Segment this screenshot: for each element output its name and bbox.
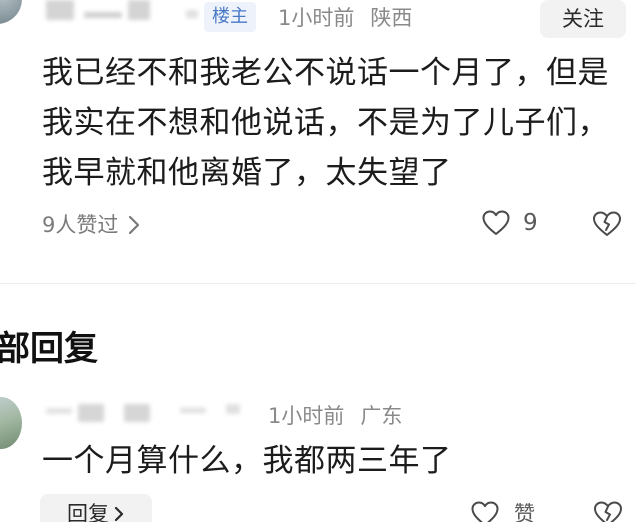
username-redacted: [186, 10, 198, 18]
likers-count-text: 9人赞过: [42, 213, 119, 237]
reply-username-redacted: [46, 408, 72, 414]
reply-time: 1小时前: [268, 404, 345, 428]
heart-outline-icon: [471, 501, 499, 522]
comment-thread: 楼主 1小时前 陕西 关注 我已经不和我老公不说话一个月了，但是我实在不想和他说话…: [0, 0, 636, 522]
heart-outline-icon: [482, 210, 510, 235]
reply-username-redacted: [180, 408, 206, 413]
username-redacted[interactable]: [84, 12, 122, 18]
comment-meta: 1小时前 陕西: [278, 5, 412, 31]
username-redacted[interactable]: [46, 0, 74, 20]
author-badge: 楼主: [204, 2, 256, 32]
comment-location: 陕西: [370, 6, 413, 30]
reply-body: 一个月算什么，我都两三年了: [42, 443, 452, 479]
like-count: 9: [523, 210, 538, 236]
reply-like-label: 赞: [514, 502, 535, 522]
reply-username-redacted: [226, 404, 240, 414]
broken-heart-icon: [594, 501, 622, 522]
reply-button-label: 回复: [67, 502, 109, 522]
replies-section-title: 部回复: [0, 329, 98, 369]
likers-link[interactable]: 9人赞过: [42, 211, 140, 239]
comment-body: 我已经不和我老公不说话一个月了，但是我实在不想和他说话，不是为了儿子们，我早就和…: [42, 55, 609, 191]
broken-heart-icon: [593, 211, 621, 236]
chevron-right-icon: [129, 215, 140, 235]
avatar[interactable]: [0, 0, 22, 24]
chevron-right-icon: [114, 506, 124, 522]
reply-button[interactable]: 回复: [40, 494, 152, 522]
username-redacted[interactable]: [128, 0, 150, 20]
comment-time: 1小时前: [278, 6, 355, 30]
reply-like-button[interactable]: 赞: [470, 500, 535, 522]
like-button[interactable]: 9: [481, 208, 538, 238]
reply-avatar[interactable]: [0, 397, 22, 449]
reply-meta: 1小时前 广东: [268, 403, 402, 429]
reply-location: 广东: [360, 404, 403, 428]
reply-dislike-button[interactable]: [592, 500, 624, 522]
section-divider: [0, 283, 636, 284]
follow-button[interactable]: 关注: [540, 0, 626, 38]
reply-username-redacted[interactable]: [124, 404, 150, 422]
reply-username-redacted[interactable]: [78, 404, 104, 422]
dislike-button[interactable]: [591, 210, 623, 242]
